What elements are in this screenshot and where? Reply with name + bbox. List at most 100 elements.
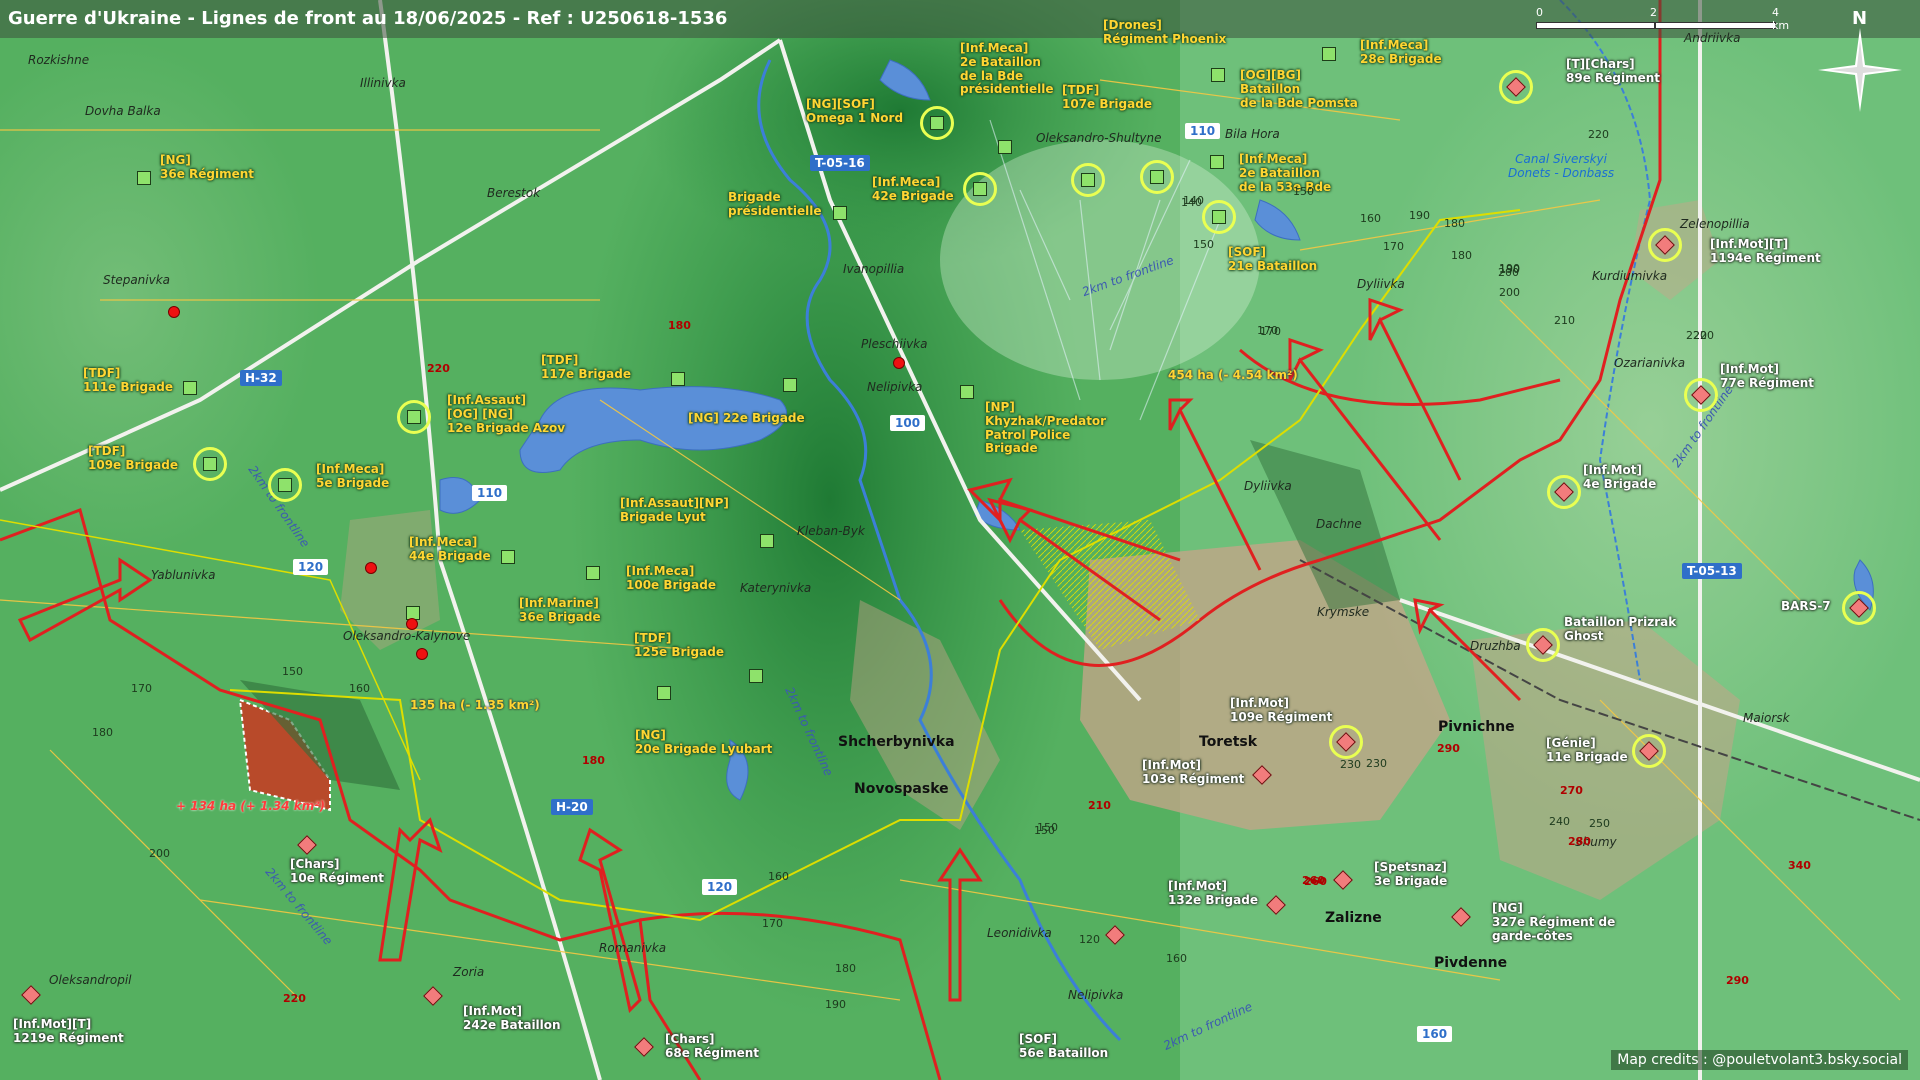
road-shield-t0513: T-05-13 <box>1682 563 1742 579</box>
ru-unit-label: [T][Chars] 89e Régiment <box>1566 57 1661 85</box>
elevation-label: 150 <box>282 665 303 678</box>
elevation-label: 170 <box>131 682 152 695</box>
ua-unit-label: [Inf.Meca] 2e Bataillon de la 53e Bde <box>1239 152 1332 194</box>
ua-unit-marker <box>1322 47 1336 61</box>
ru-unit-label: [Génie] 11e Brigade <box>1546 736 1628 764</box>
map-title: Guerre d'Ukraine - Lignes de front au 18… <box>8 8 728 29</box>
ua-unit-marker <box>657 686 671 700</box>
elevation-label: 210 <box>1554 314 1575 327</box>
ua-unit-label: [NG] 36e Régiment <box>160 153 255 181</box>
elevation-label: 340 <box>1788 859 1811 872</box>
elevation-label: 180 <box>1444 217 1465 230</box>
north-label: N <box>1852 8 1868 29</box>
town-label: Pivdenne <box>1434 955 1508 971</box>
elevation-label: 260 <box>1304 875 1327 888</box>
road-shield-t0516: T-05-16 <box>810 155 870 171</box>
ru-unit-label: [Spetsnaz] 3e Brigade <box>1374 860 1448 888</box>
elevation-label: 170 <box>762 917 783 930</box>
frontline-map <box>0 0 1920 1080</box>
ua-unit-marker <box>1081 173 1095 187</box>
road-number-110-west: 110 <box>472 485 508 501</box>
place-label: Zelenopillia <box>1680 217 1750 231</box>
ru-unit-label: [Inf.Mot] 103e Régiment <box>1142 758 1245 786</box>
town-dot <box>365 562 377 574</box>
ua-unit-marker <box>586 566 600 580</box>
place-label: Romanivka <box>599 941 667 955</box>
place-label: Oleksandro-Shultyne <box>1036 131 1162 145</box>
road-number-110: 110 <box>1185 123 1221 139</box>
ru-unit-label: Bataillon Prizrak Ghost <box>1564 615 1677 643</box>
road-shield-h20: H-20 <box>551 799 593 815</box>
elevation-label: 210 <box>1088 799 1111 812</box>
elevation-label: 280 <box>1568 835 1591 848</box>
scale-tick-2: 2 <box>1650 6 1657 19</box>
place-label: Maiorsk <box>1743 711 1790 725</box>
road-number-120: 120 <box>293 559 329 575</box>
road-number-100: 100 <box>890 415 926 431</box>
ru-unit-label: [Chars] 10e Régiment <box>290 857 385 885</box>
ua-unit-marker <box>783 378 797 392</box>
ua-unit-marker <box>960 385 974 399</box>
ua-unit-marker <box>407 410 421 424</box>
place-label: Krymske <box>1317 605 1370 619</box>
place-label: Dovha Balka <box>85 104 161 118</box>
ua-unit-label: [TDF] 109e Brigade <box>88 444 178 472</box>
town-label: Shcherbynivka <box>838 734 955 750</box>
elevation-label: 180 <box>1451 249 1472 262</box>
elevation-label: 160 <box>349 682 370 695</box>
elevation-label: 160 <box>768 870 789 883</box>
ru-unit-label: [Chars] 68e Régiment <box>665 1032 760 1060</box>
ua-unit-label: [NG] 20e Brigade Lyubart <box>635 728 773 756</box>
elevation-label: 220 <box>283 992 306 1005</box>
elevation-label: 160 <box>1166 952 1187 965</box>
elevation-label: 200 <box>1499 286 1520 299</box>
elevation-label: 290 <box>1437 742 1460 755</box>
ua-unit-label: [Inf.Meca] 42e Brigade <box>872 175 954 203</box>
ua-unit-marker <box>973 182 987 196</box>
ua-unit-label: [OG][BG] Bataillon de la Bde Pomsta <box>1240 68 1358 110</box>
elevation-label: 290 <box>1726 974 1749 987</box>
ru-unit-label: [Inf.Mot] 4e Brigade <box>1583 463 1657 491</box>
ru-unit-label: [Inf.Mot] 109e Régiment <box>1230 696 1333 724</box>
north-arrow-icon <box>1818 28 1902 112</box>
elevation-label: 230 <box>1340 758 1361 771</box>
elevation-label: 180 <box>668 319 691 332</box>
ua-unit-marker <box>749 669 763 683</box>
ua-unit-label: [TDF] 125e Brigade <box>634 631 724 659</box>
elevation-label: 220 <box>1686 329 1707 342</box>
ua-unit-marker <box>183 381 197 395</box>
place-label: Ozarianivka <box>1614 356 1686 370</box>
town-label: Novospaske <box>854 781 949 797</box>
scale-tick-0: 0 <box>1536 6 1543 19</box>
place-label: Stepanivka <box>103 273 171 287</box>
place-label: Yablunivka <box>151 568 216 582</box>
road-number-120-south: 120 <box>702 879 738 895</box>
place-label: Kurdiumivka <box>1592 269 1668 283</box>
ua-unit-label: [Drones] Régiment Phoenix <box>1103 18 1227 46</box>
ua-unit-marker <box>203 457 217 471</box>
ua-unit-label: [Inf.Meca] 5e Brigade <box>316 462 390 490</box>
area-label-ru-north: 454 ha (- 4.54 km²) <box>1168 368 1298 382</box>
elevation-label: 150 <box>1193 238 1214 251</box>
ua-unit-label: [Inf.Meca] 100e Brigade <box>626 564 716 592</box>
elevation-label: 200 <box>149 847 170 860</box>
place-label: Zoria <box>453 965 485 979</box>
ua-unit-label: [Inf.Meca] 44e Brigade <box>409 535 491 563</box>
ua-unit-marker <box>501 550 515 564</box>
road-shield-h32: H-32 <box>240 370 282 386</box>
place-label: Leonidivka <box>987 926 1052 940</box>
place-label: Dyliivka <box>1244 479 1292 493</box>
ua-unit-marker <box>671 372 685 386</box>
place-label: Druzhba <box>1470 639 1521 653</box>
elevation-label: 180 <box>582 754 605 767</box>
ua-unit-marker <box>1211 68 1225 82</box>
ru-unit-label: [Inf.Mot] 77e Régiment <box>1720 362 1815 390</box>
elevation-label: 180 <box>835 962 856 975</box>
map-credits: Map credits : @pouletvolant3.bsky.social <box>1611 1050 1908 1070</box>
ru-unit-label: [Inf.Mot] 132e Brigade <box>1168 879 1258 907</box>
ua-unit-marker <box>1212 210 1226 224</box>
elevation-label: 120 <box>1079 933 1100 946</box>
ua-unit-marker <box>760 534 774 548</box>
town-label: Toretsk <box>1199 734 1258 750</box>
ua-unit-label: [SOF] 21e Bataillon <box>1228 245 1318 273</box>
